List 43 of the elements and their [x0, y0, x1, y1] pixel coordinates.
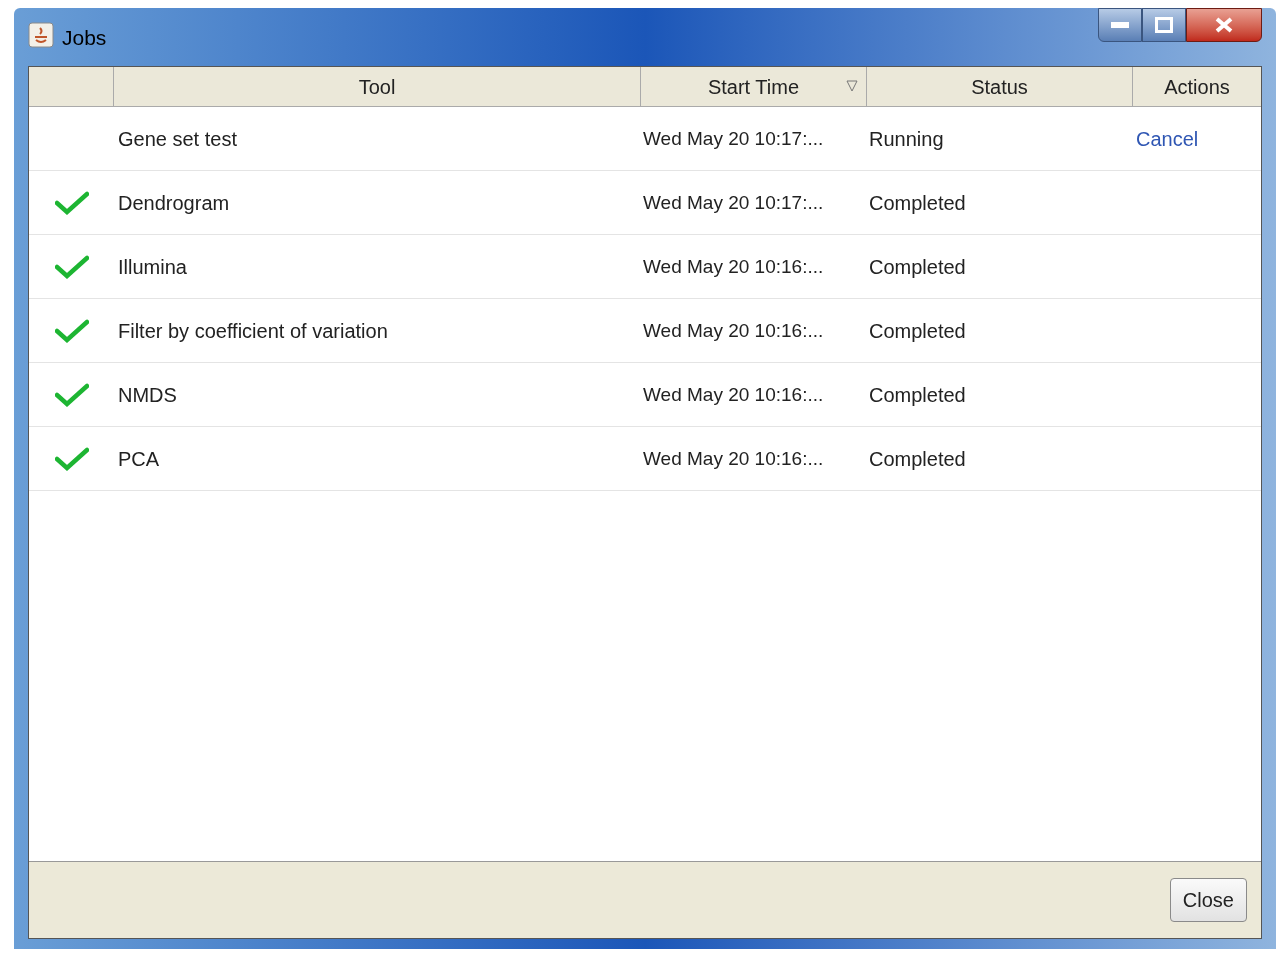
- table-cell: NMDS: [118, 383, 177, 406]
- checkmark-icon: [54, 382, 89, 407]
- table-cell: Dendrogram: [118, 191, 230, 214]
- table-cell: Wed May 20 10:17:...: [643, 192, 824, 214]
- window-title: Jobs: [62, 25, 107, 51]
- checkmark-icon: [54, 190, 89, 215]
- table-row[interactable]: PCA Wed May 20 10:16:... Completed: [29, 427, 1261, 491]
- minimize-icon: [1111, 22, 1129, 28]
- table-row[interactable]: Dendrogram Wed May 20 10:17:... Completed: [29, 171, 1261, 235]
- maximize-button[interactable]: [1142, 8, 1186, 42]
- table-cell: Wed May 20 10:16:...: [643, 384, 824, 406]
- column-header[interactable]: Actions: [1133, 67, 1261, 106]
- table-row[interactable]: NMDS Wed May 20 10:16:... Completed: [29, 363, 1261, 427]
- table-cell: Completed: [869, 383, 966, 406]
- checkmark-icon: [54, 254, 89, 279]
- table-cell: Wed May 20 10:16:...: [643, 448, 824, 470]
- table-cell: Filter by coefficient of variation: [118, 319, 388, 342]
- column-header[interactable]: Start Time: [641, 67, 867, 106]
- table-cell: Gene set test: [118, 127, 237, 150]
- table-row[interactable]: Filter by coefficient of variation Wed May 20 10:16:... Completed: [29, 299, 1261, 363]
- table-cell: Completed: [869, 191, 966, 214]
- minimize-button[interactable]: [1098, 8, 1142, 42]
- table-row[interactable]: Gene set test Wed May 20 10:17:... Running Cancel: [29, 107, 1261, 171]
- table-cell: Completed: [869, 319, 966, 342]
- close-button[interactable]: Close: [1169, 878, 1247, 922]
- table-cell: Wed May 20 10:16:...: [643, 320, 824, 342]
- table-cell: Completed: [869, 447, 966, 470]
- close-window-button[interactable]: [1186, 8, 1262, 42]
- table-row[interactable]: Illumina Wed May 20 10:16:... Completed: [29, 235, 1261, 299]
- checkmark-icon: [54, 446, 89, 471]
- table-cell: PCA: [118, 447, 160, 470]
- app-icon: [28, 22, 54, 48]
- close-icon: [1215, 17, 1233, 33]
- table-cell: Wed May 20 10:16:...: [643, 256, 824, 278]
- checkmark-icon: [54, 318, 89, 343]
- table-cell: Illumina: [118, 255, 187, 278]
- column-header[interactable]: Tool: [114, 67, 641, 106]
- table-cell: Wed May 20 10:17:...: [643, 128, 824, 150]
- table-cell: Running: [869, 127, 944, 150]
- cancel-link[interactable]: Cancel: [1136, 127, 1199, 150]
- table-cell: Completed: [869, 255, 966, 278]
- column-header[interactable]: Status: [867, 67, 1133, 106]
- maximize-icon: [1155, 17, 1173, 33]
